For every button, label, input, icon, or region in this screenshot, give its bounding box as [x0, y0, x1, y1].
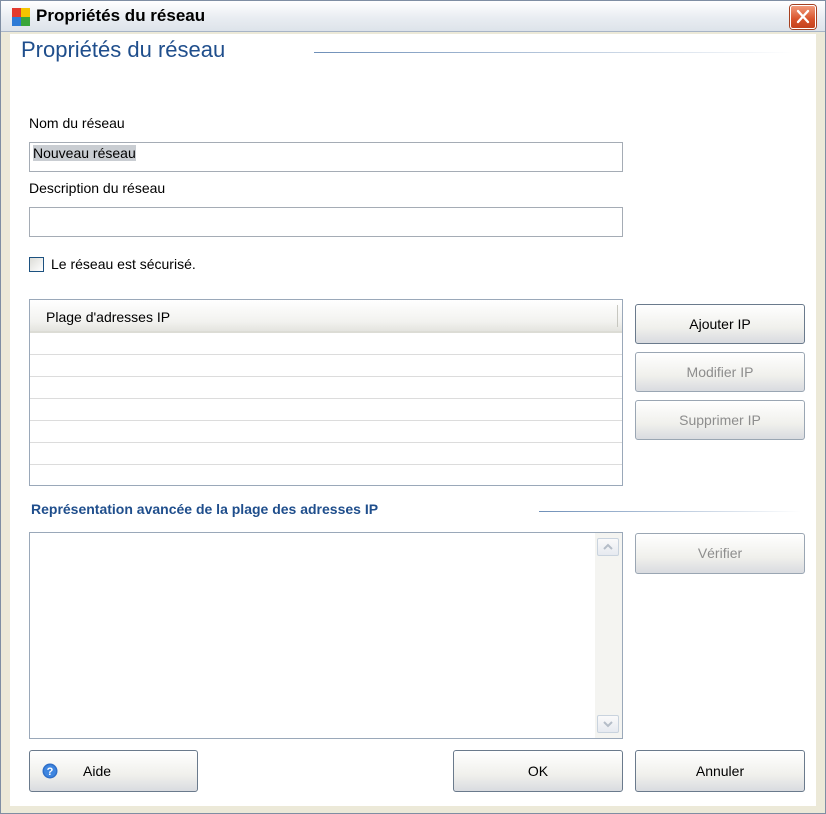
ip-range-column-label: Plage d'adresses IP — [46, 309, 171, 325]
add-ip-button[interactable]: Ajouter IP — [635, 304, 805, 344]
help-button-label: Aide — [83, 763, 112, 779]
network-name-label: Nom du réseau — [29, 115, 125, 131]
heading-divider — [314, 52, 794, 53]
chevron-down-icon — [603, 721, 613, 728]
column-separator[interactable] — [617, 305, 618, 327]
modify-ip-button[interactable]: Modifier IP — [635, 352, 805, 392]
window-title: Propriétés du réseau — [36, 6, 206, 25]
secure-network-checkbox[interactable] — [29, 257, 44, 272]
ip-range-list[interactable]: Plage d'adresses IP — [29, 299, 623, 486]
advanced-section-title: Représentation avancée de la plage des a… — [31, 501, 379, 517]
secure-network-label[interactable]: Le réseau est sécurisé. — [51, 256, 196, 272]
help-icon: ? — [42, 763, 58, 779]
network-description-label: Description du réseau — [29, 180, 166, 196]
scroll-down-button[interactable] — [597, 715, 619, 733]
avg-logo-icon — [12, 8, 30, 26]
scroll-up-button[interactable] — [597, 538, 619, 556]
help-button[interactable]: ? Aide — [29, 750, 198, 792]
page-title: Propriétés du réseau — [21, 37, 226, 62]
chevron-up-icon — [603, 543, 613, 550]
advanced-ip-textarea[interactable] — [29, 532, 623, 739]
list-row-line — [30, 442, 622, 443]
network-description-input[interactable] — [29, 207, 623, 237]
list-row-line — [30, 354, 622, 355]
list-row-line — [30, 376, 622, 377]
ok-button[interactable]: OK — [453, 750, 623, 792]
dialog-window: Propriétés du réseau Propriétés du résea… — [0, 0, 826, 814]
verify-button[interactable]: Vérifier — [635, 533, 805, 574]
network-name-input[interactable]: Nouveau réseau — [29, 142, 623, 172]
svg-text:?: ? — [47, 766, 54, 778]
close-button[interactable] — [790, 5, 816, 29]
vertical-scrollbar[interactable] — [595, 533, 622, 738]
close-icon — [796, 9, 810, 24]
cancel-button[interactable]: Annuler — [635, 750, 805, 792]
list-row-line — [30, 420, 622, 421]
list-row-line — [30, 464, 622, 465]
ip-range-column-header[interactable]: Plage d'adresses IP — [30, 300, 622, 333]
delete-ip-button[interactable]: Supprimer IP — [635, 400, 805, 440]
list-row-line — [30, 398, 622, 399]
section-divider — [539, 511, 801, 512]
network-name-value: Nouveau réseau — [33, 145, 136, 161]
title-bar[interactable]: Propriétés du réseau — [1, 1, 825, 32]
